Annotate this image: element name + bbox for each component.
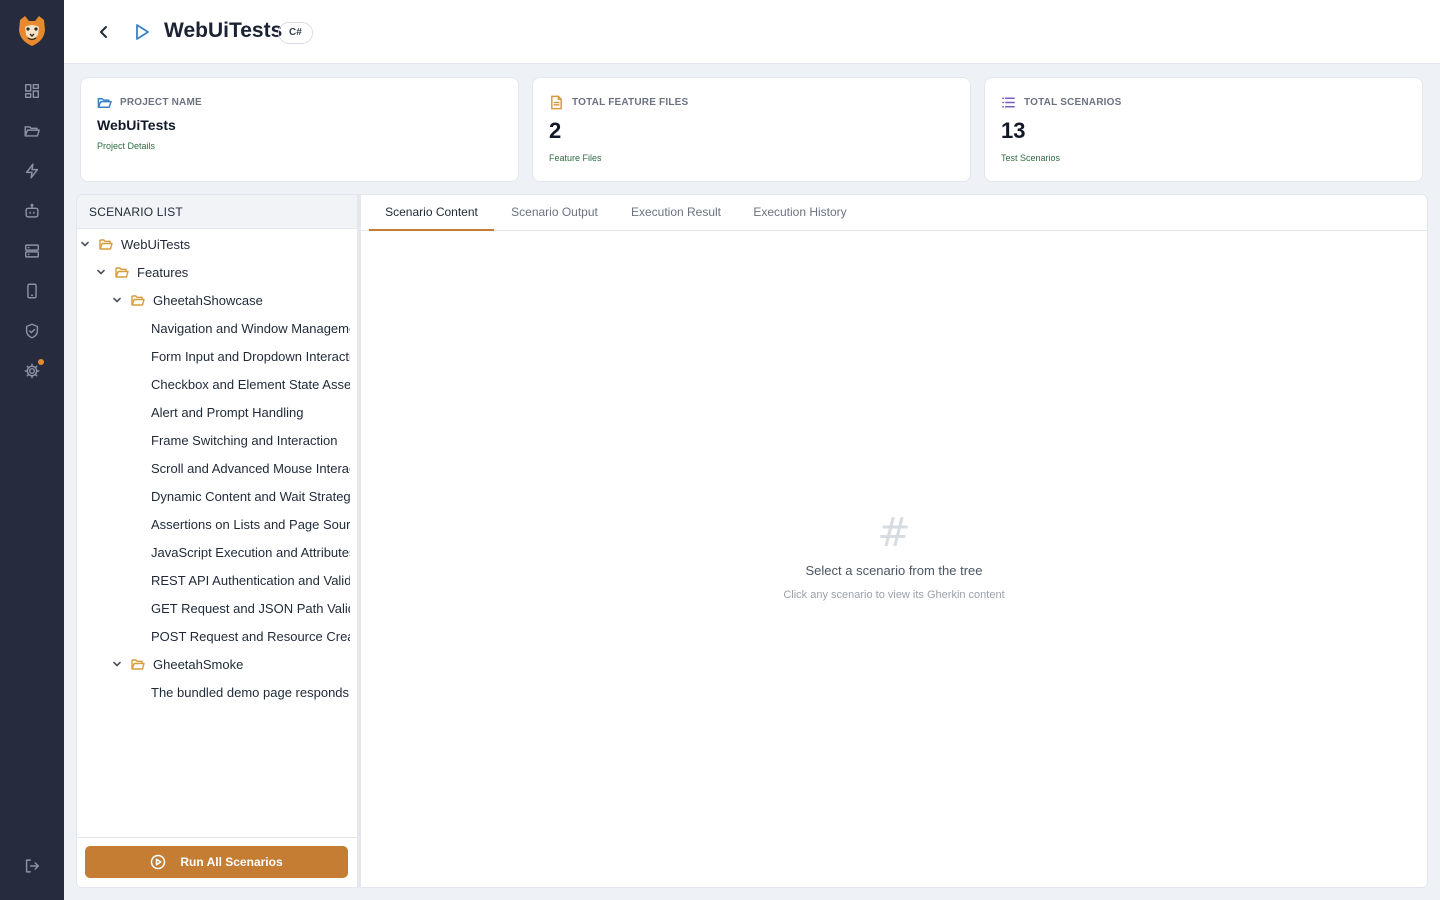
tree-scenario-item[interactable]: JavaScript Execution and Attributes — [77, 538, 350, 566]
tree-scenario-item[interactable]: Scroll and Advanced Mouse Interaction — [77, 454, 350, 482]
chevron-down-icon[interactable] — [96, 267, 106, 277]
tree-item-label: Frame Switching and Interaction — [151, 432, 338, 448]
tab-scenario-output[interactable]: Scenario Output — [503, 195, 606, 231]
tree-scenario-item[interactable]: Assertions on Lists and Page Source — [77, 510, 350, 538]
sidebar-rail — [0, 0, 64, 900]
language-badge: C# — [278, 22, 313, 44]
lightning-icon[interactable] — [22, 161, 42, 181]
tab-scenario-content[interactable]: Scenario Content — [369, 195, 494, 231]
project-name-card: PROJECT NAME WebUiTests Project Details — [80, 77, 519, 182]
tree-item-label: JavaScript Execution and Attributes — [151, 544, 350, 560]
run-all-label: Run All Scenarios — [180, 855, 283, 869]
notification-dot — [38, 359, 44, 365]
folder-icon — [131, 294, 145, 306]
top-bar: WebUiTests C# — [64, 0, 1440, 64]
tree-scenario-item[interactable]: Dynamic Content and Wait Strategies — [77, 482, 350, 510]
tree-item-label: GheetahSmoke — [153, 656, 244, 672]
feature-files-sub: Feature Files — [549, 153, 602, 163]
robot-icon[interactable] — [22, 201, 42, 221]
folder-icon — [131, 658, 145, 670]
gear-icon[interactable] — [22, 359, 44, 381]
tree-folder-item[interactable]: Features — [77, 258, 350, 286]
empty-state: # Select a scenario from the tree Click … — [361, 510, 1427, 601]
chevron-down-icon[interactable] — [80, 239, 90, 249]
scenarios-count: 13 — [1001, 118, 1026, 143]
play-circle-icon — [151, 854, 166, 870]
feature-files-card: TOTAL FEATURE FILES 2 Feature Files — [532, 77, 971, 182]
tree-item-label: REST API Authentication and Validation — [151, 572, 350, 588]
scenario-list-title: SCENARIO LIST — [77, 195, 357, 229]
tree-item-label: WebUiTests — [121, 236, 191, 252]
project-details-link[interactable]: Project Details — [97, 141, 155, 151]
tree-item-label: Form Input and Dropdown Interaction — [151, 348, 350, 364]
tree-item-label: Checkbox and Element State Assertions — [151, 376, 350, 392]
scenarios-card: TOTAL SCENARIOS 13 Test Scenarios — [984, 77, 1423, 182]
empty-state-subtitle: Click any scenario to view its Gherkin c… — [783, 589, 1005, 601]
tree-folder-item[interactable]: WebUiTests — [77, 230, 350, 258]
content-tabs: Scenario Content Scenario Output Executi… — [361, 195, 1427, 231]
folder-icon[interactable] — [22, 121, 42, 141]
tree-folder-item[interactable]: GheetahSmoke — [77, 650, 350, 678]
tree-item-label: Alert and Prompt Handling — [151, 404, 304, 420]
hash-icon: # — [877, 510, 911, 556]
server-icon[interactable] — [22, 241, 42, 261]
chevron-down-icon[interactable] — [112, 659, 122, 669]
tree-item-label: Navigation and Window Management — [151, 320, 350, 336]
folder-icon — [115, 266, 129, 278]
tab-execution-history[interactable]: Execution History — [745, 195, 855, 231]
tree-item-label: Features — [137, 264, 189, 280]
tree-item-label: The bundled demo page responds — [151, 684, 350, 700]
list-icon — [1002, 97, 1015, 108]
feature-files-count: 2 — [549, 118, 562, 143]
tree-item-label: Scroll and Advanced Mouse Interaction — [151, 460, 350, 476]
cheetah-logo-icon[interactable] — [16, 14, 48, 48]
tree-scenario-item[interactable]: GET Request and JSON Path Validation — [77, 594, 350, 622]
tree-scenario-item[interactable]: The bundled demo page responds — [77, 678, 350, 706]
tree-scenario-item[interactable]: REST API Authentication and Validation — [77, 566, 350, 594]
tree-scenario-item[interactable]: Alert and Prompt Handling — [77, 398, 350, 426]
tree-scenario-item[interactable]: Navigation and Window Management — [77, 314, 350, 342]
empty-state-title: Select a scenario from the tree — [805, 563, 983, 578]
scenario-content-panel: Scenario Content Scenario Output Executi… — [361, 194, 1428, 888]
folder-icon — [99, 238, 113, 250]
tree-scenario-item[interactable]: Checkbox and Element State Assertions — [77, 370, 350, 398]
scenario-list-footer: Run All Scenarios — [77, 837, 357, 887]
dashboard-icon[interactable] — [22, 81, 42, 101]
tree-item-label: GheetahShowcase — [153, 292, 263, 308]
card-label: TOTAL FEATURE FILES — [572, 97, 689, 108]
back-button[interactable] — [94, 22, 114, 42]
folder-open-icon — [97, 98, 112, 108]
tab-execution-result[interactable]: Execution Result — [623, 195, 729, 231]
run-all-scenarios-button[interactable]: Run All Scenarios — [85, 846, 348, 878]
chevron-left-icon — [100, 26, 107, 38]
file-icon — [551, 95, 562, 110]
play-icon — [132, 22, 152, 42]
tree-item-label: Dynamic Content and Wait Strategies — [151, 488, 350, 504]
scenario-list-panel: SCENARIO LIST WebUiTests Features GheetahS… — [76, 194, 358, 888]
project-name-value: WebUiTests — [97, 117, 176, 133]
tree-folder-item[interactable]: GheetahShowcase — [77, 286, 350, 314]
tree-scenario-item[interactable]: Frame Switching and Interaction — [77, 426, 350, 454]
tree-scenario-item[interactable]: POST Request and Resource Creation — [77, 622, 350, 650]
tree-item-label: GET Request and JSON Path Validation — [151, 600, 350, 616]
shield-check-icon[interactable] — [22, 321, 42, 341]
card-label: TOTAL SCENARIOS — [1024, 97, 1122, 108]
chevron-down-icon[interactable] — [112, 295, 122, 305]
page-title: WebUiTests — [164, 19, 283, 42]
tree-scenario-item[interactable]: Form Input and Dropdown Interaction — [77, 342, 350, 370]
mobile-icon[interactable] — [22, 281, 42, 301]
scenarios-sub: Test Scenarios — [1001, 153, 1061, 163]
logout-icon[interactable] — [22, 856, 42, 876]
tree-item-label: Assertions on Lists and Page Source — [151, 516, 350, 532]
card-label: PROJECT NAME — [120, 97, 202, 108]
tree-item-label: POST Request and Resource Creation — [151, 628, 350, 644]
